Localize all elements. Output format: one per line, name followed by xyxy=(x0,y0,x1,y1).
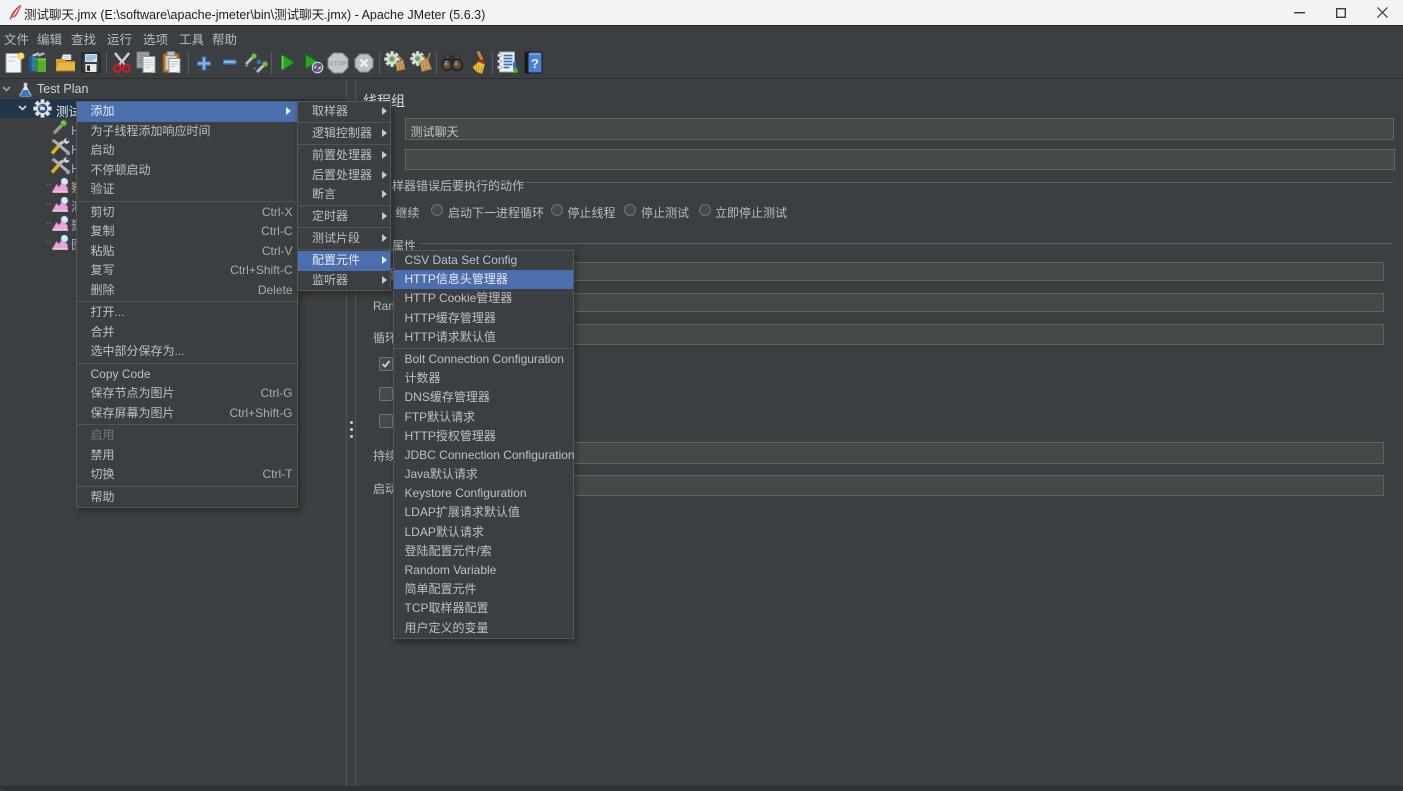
svg-text:?: ? xyxy=(531,56,539,71)
svg-text:STOP: STOP xyxy=(330,61,347,68)
